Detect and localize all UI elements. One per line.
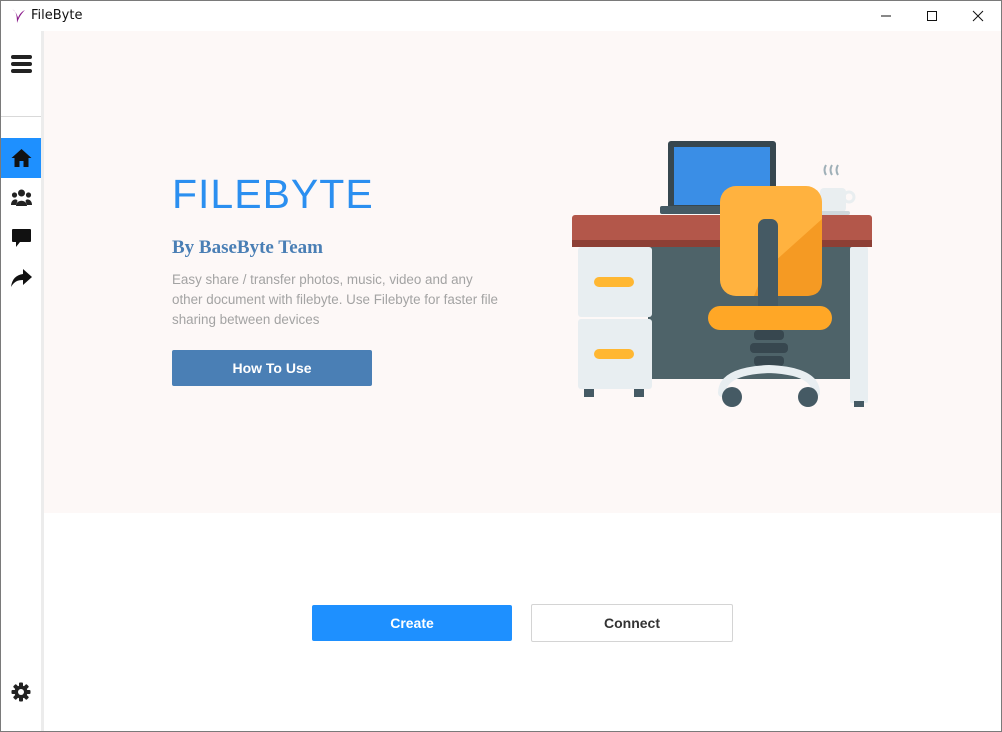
close-icon [972, 10, 984, 22]
app-logo-icon [12, 9, 25, 23]
hero-subtitle: By BaseByte Team [172, 237, 323, 258]
title-bar[interactable]: FileByte [1, 1, 1001, 31]
chat-icon [12, 229, 31, 247]
home-icon [11, 149, 32, 167]
sidebar-item-share[interactable] [1, 258, 41, 298]
menu-button[interactable] [1, 45, 41, 85]
maximize-button[interactable] [909, 1, 955, 31]
sidebar-item-users[interactable] [1, 178, 41, 218]
close-button[interactable] [955, 1, 1001, 31]
create-button[interactable]: Create [312, 605, 512, 641]
settings-button[interactable] [1, 672, 41, 712]
maximize-icon [927, 11, 937, 21]
how-to-use-button[interactable]: How To Use [172, 350, 372, 386]
minimize-icon [881, 15, 891, 17]
sidebar-item-messages[interactable] [1, 218, 41, 258]
share-arrow-icon [11, 269, 32, 287]
hamburger-menu-icon [11, 55, 32, 73]
desk-illustration [572, 141, 872, 407]
window-title: FileByte [31, 8, 83, 23]
sidebar-divider [1, 116, 41, 117]
sidebar [1, 31, 44, 731]
app-window: FileByte FILEBYTE By BaseByte Team Easy … [0, 0, 1002, 732]
hero-description: Easy share / transfer photos, music, vid… [172, 272, 498, 327]
connect-button[interactable]: Connect [531, 604, 733, 642]
minimize-button[interactable] [863, 1, 909, 31]
hero-title: FILEBYTE [172, 171, 374, 217]
users-icon [11, 189, 32, 206]
hero-section: FILEBYTE By BaseByte Team Easy share / t… [44, 31, 1001, 513]
gear-icon [11, 682, 31, 702]
sidebar-item-home[interactable] [1, 138, 41, 178]
